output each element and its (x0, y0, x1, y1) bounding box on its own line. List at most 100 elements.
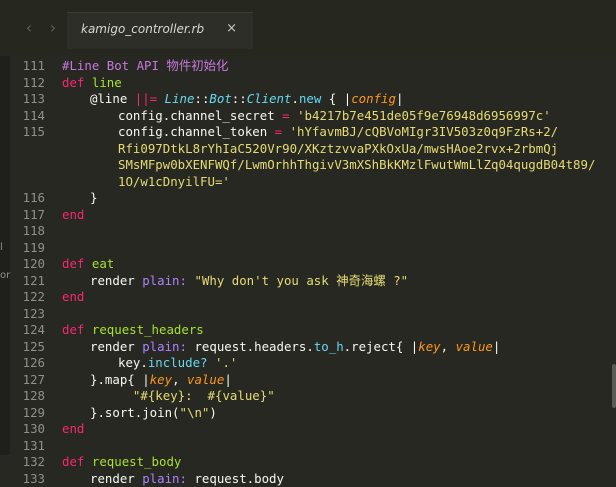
code-token: plain: (142, 470, 187, 486)
line-number: 118 (22, 223, 45, 238)
code-text: config.channel_secret = 'b4217b7e451de05… (118, 108, 551, 124)
code-token: '.' (215, 355, 238, 370)
code-text: } (90, 190, 97, 206)
code-token: plain: (142, 338, 187, 354)
code-token: plain: (142, 272, 187, 288)
code-token: def (62, 256, 85, 271)
code-token: render (90, 338, 143, 354)
code-line: 128 "#{key}: #{value}" (0, 388, 616, 404)
code-token: :: (231, 91, 247, 106)
code-line: 124 def request_headers (0, 322, 616, 338)
code-token: = (274, 124, 283, 139)
code-line: 131 (0, 438, 616, 454)
code-line: 116} (0, 190, 616, 206)
code-token: SMsMFpw0bXENFWQf/LwmOrhhThgivV3mXShBkKMz… (118, 157, 596, 172)
code-token: key. (118, 355, 148, 370)
code-token: to_h (313, 338, 344, 354)
line-number: 124 (22, 322, 45, 337)
line-number: 130 (22, 421, 45, 436)
forward-arrow-icon[interactable]: › (44, 18, 62, 38)
code-token: { | (321, 91, 352, 106)
code-token: render (90, 470, 143, 486)
code-text: config.channel_token = 'hYfavmBJ/cQBVoMI… (118, 124, 558, 140)
code-line: 120 def eat (0, 256, 616, 272)
close-icon[interactable]: × (226, 21, 237, 36)
code-token: , (440, 338, 456, 354)
code-token: Client (246, 91, 292, 106)
line-number: 132 (22, 454, 45, 469)
line-number: 117 (22, 206, 45, 222)
code-token: key (418, 338, 441, 354)
code-line: 115 config.channel_token = 'hYfavmBJ/cQBV… (0, 124, 616, 140)
code-text: def eat (62, 256, 114, 272)
code-text: render plain: request.body (90, 471, 284, 487)
line-number: 131 (22, 437, 45, 453)
code-text: }.map{ |key, value| (90, 372, 232, 388)
code-token: 'b4217b7e451de05f9e76948d6956997c' (297, 107, 551, 123)
code-token: @line (90, 91, 128, 106)
code-text: def line (62, 75, 122, 91)
code-line: 117 end (0, 207, 616, 223)
line-number: 120 (22, 256, 45, 271)
code-token: def (62, 454, 85, 469)
line-number: 122 (22, 289, 45, 304)
code-line: 125 render plain: request.headers.to_h.re… (0, 339, 616, 355)
code-token: 'hYfavmBJ/cQBVoMIgr3IV503z0q9FzRs+2/ (289, 124, 559, 139)
code-text: end (62, 421, 84, 437)
code-text: def request_body (62, 454, 181, 470)
code-line: 119 (0, 240, 616, 256)
code-line: 121 render plain: "Why don't you ask 神奇海螺… (0, 273, 616, 289)
tab-kamigo-controller[interactable]: kamigo_controller.rb × (67, 12, 253, 49)
code-token: ||= (134, 91, 158, 106)
code-line: 118 (0, 223, 616, 239)
line-number: 133 (22, 470, 45, 486)
tab-title: kamigo_controller.rb (81, 22, 205, 36)
code-line: 129}.sort.join("\n") (0, 405, 616, 421)
code-token: request_body (91, 454, 182, 469)
scrollbar-thumb[interactable] (612, 364, 616, 408)
code-token: }.map{ | (90, 371, 150, 387)
code-token: , (172, 371, 187, 387)
code-text: Rfi097DtkL8rYhIaC520Vr90/XKztzvvaPXkOxUa… (118, 141, 558, 157)
code-token: render (90, 272, 143, 288)
code-token: } (90, 190, 98, 205)
code-token: def (62, 322, 85, 337)
code-token: config (351, 91, 396, 106)
code-token: end (62, 421, 85, 436)
code-text: key.include? '.' (118, 355, 237, 371)
code-token: include? (147, 355, 208, 370)
back-arrow-icon[interactable]: ‹ (20, 18, 38, 38)
code-token: :: (194, 91, 210, 106)
code-token: . (291, 91, 299, 106)
line-number: 114 (22, 107, 45, 123)
line-number: 112 (22, 74, 45, 90)
code-text: render plain: "Why don't you ask 神奇海螺 ?" (90, 273, 408, 289)
code-token: | (395, 91, 404, 106)
code-line: 130 end (0, 421, 616, 437)
line-number: 113 (22, 91, 45, 106)
code-text: end (62, 207, 84, 223)
line-number: 126 (22, 355, 45, 370)
code-token: Line (164, 91, 195, 106)
code-line: 113 @line ||= Line::Bot::Client.new { |co… (0, 91, 616, 107)
line-number: 125 (22, 338, 45, 354)
code-token: "#{key}: #{value}" (132, 388, 275, 403)
code-editor[interactable]: 111 #Line Bot API 物件初始化 112 def line 113 @lin… (0, 58, 616, 486)
line-number: 129 (22, 404, 45, 420)
code-text: #Line Bot API 物件初始化 (62, 58, 228, 74)
code-text: end (62, 289, 84, 305)
code-token: request.body (186, 470, 284, 486)
code-line: 126 key.include? '.' (0, 355, 616, 371)
line-number: 123 (22, 305, 45, 321)
line-number: 128 (22, 388, 45, 403)
code-token: | (492, 338, 501, 354)
code-token: = (282, 107, 290, 123)
code-text: def request_headers (62, 322, 204, 338)
code-token: 1O/w1cDnyilFU=' (118, 173, 230, 189)
